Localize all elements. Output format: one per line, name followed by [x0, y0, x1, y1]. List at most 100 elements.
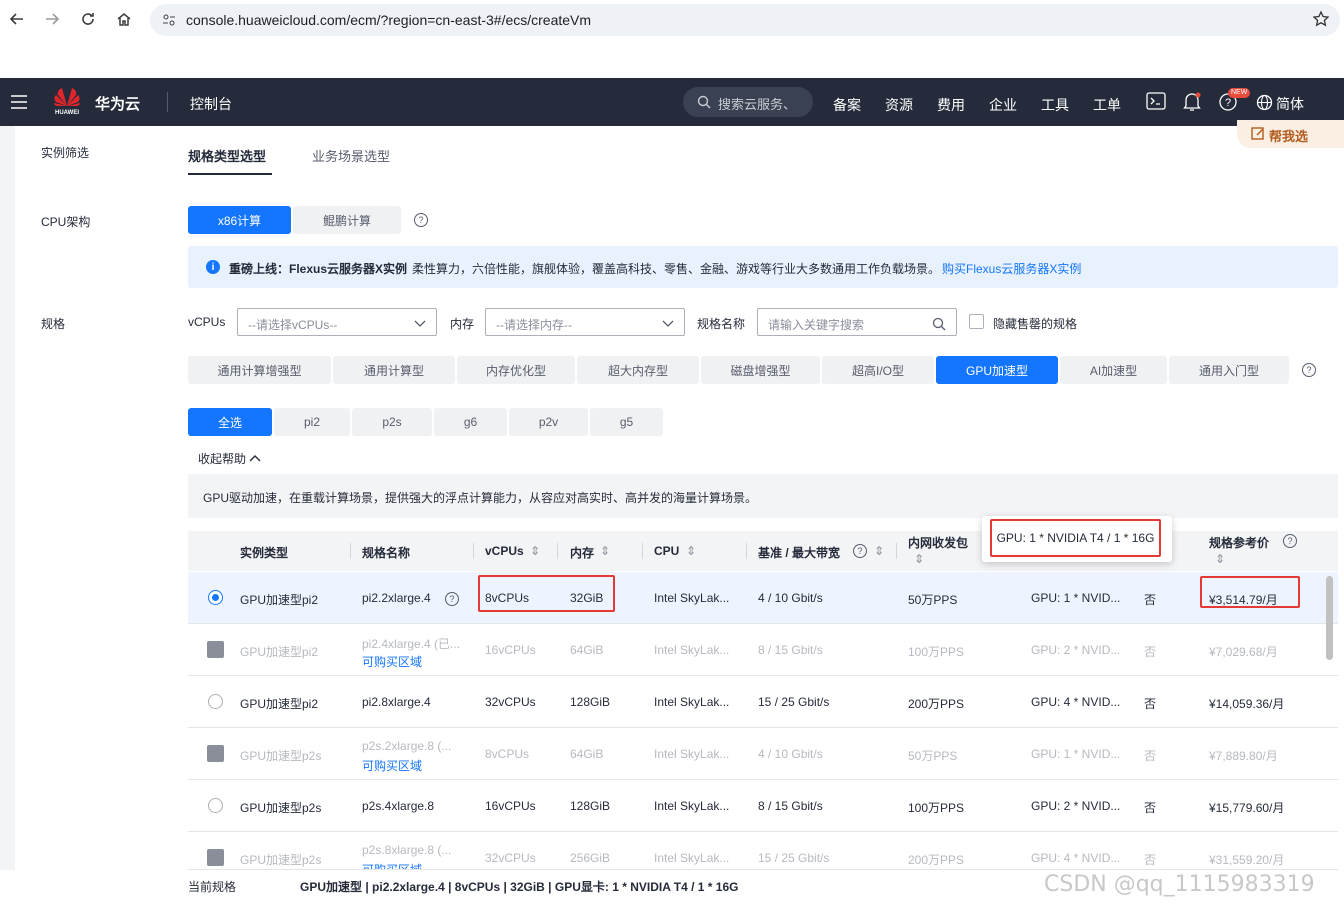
cell-cpu: Intel SkyLak...	[654, 851, 730, 865]
nav-billing[interactable]: 费用	[937, 95, 965, 115]
label-instance-filter: 实例筛选	[41, 146, 90, 160]
col-cpu[interactable]: CPU	[654, 544, 679, 558]
cell-vcpu: 16vCPUs	[485, 799, 536, 813]
purchasable-regions-link[interactable]: 可购买区域	[362, 757, 422, 774]
row-radio[interactable]	[208, 590, 223, 605]
cell-vcpu: 32vCPUs	[485, 851, 536, 865]
subtype-g6[interactable]: g6	[434, 408, 507, 436]
bookmark-star-icon[interactable]	[1312, 10, 1330, 28]
service-search[interactable]: 搜索云服务、	[683, 87, 813, 117]
vcpu-select[interactable]: --请选择vCPUs--	[237, 308, 437, 336]
huawei-logo[interactable]: HUAWEI	[53, 86, 81, 118]
sort-icon[interactable]: ⇕	[1215, 552, 1225, 566]
table-row[interactable]: GPU加速型pi2 pi2.8xlarge.4 32vCPUs 128GiB I…	[188, 676, 1338, 728]
cell-bandwidth: 15 / 25 Gbit/s	[758, 695, 830, 709]
table-row[interactable]: GPU加速型p2s p2s.4xlarge.8 16vCPUs 128GiB I…	[188, 780, 1338, 832]
site-settings-icon[interactable]	[162, 13, 176, 27]
type-general-enhanced[interactable]: 通用计算增强型	[188, 356, 331, 384]
hide-soldout-checkbox[interactable]	[969, 314, 984, 329]
cpu-help-icon[interactable]: ?	[414, 213, 428, 227]
col-divider	[473, 543, 474, 559]
cell-pps: 50万PPS	[908, 749, 958, 763]
notice-link[interactable]: 购买Flexus云服务器X实例	[942, 260, 1081, 277]
cell-cpu: Intel SkyLak...	[654, 643, 730, 657]
table-scrollbar[interactable]	[1326, 576, 1333, 660]
nav-enterprise[interactable]: 企业	[989, 95, 1017, 115]
sort-icon[interactable]: ⇕	[914, 552, 924, 566]
hide-soldout-label[interactable]: 隐藏售罄的规格	[993, 315, 1077, 332]
nav-resources[interactable]: 资源	[885, 95, 913, 115]
purchasable-regions-link[interactable]: 可购买区域	[362, 861, 422, 869]
nav-tickets[interactable]: 工单	[1093, 95, 1121, 115]
cell-gpu: GPU: 1 * NVID...	[1031, 747, 1121, 761]
nav-filing[interactable]: 备案	[833, 95, 861, 115]
type-entry[interactable]: 通用入门型	[1169, 356, 1289, 384]
bandwidth-help-icon[interactable]: ?	[853, 544, 867, 558]
sort-icon[interactable]: ⇕	[686, 544, 696, 558]
vcpu-select-value: --请选择vCPUs--	[248, 318, 338, 332]
sort-icon[interactable]: ⇕	[530, 544, 540, 558]
chevron-up-icon	[249, 455, 261, 462]
col-vcpus[interactable]: vCPUs	[485, 544, 524, 558]
type-disk-enhanced[interactable]: 磁盘增强型	[701, 356, 820, 384]
tab-spec-type[interactable]: 规格类型选型	[188, 146, 273, 175]
purchasable-regions-link[interactable]: 可购买区域	[362, 653, 422, 670]
col-divider	[896, 543, 897, 559]
subtype-p2s[interactable]: p2s	[352, 408, 432, 436]
cell-bandwidth: 4 / 10 Gbit/s	[758, 747, 823, 761]
console-link[interactable]: 控制台	[190, 94, 232, 114]
home-icon[interactable]	[113, 8, 135, 30]
collapse-help-toggle[interactable]: 收起帮助	[198, 450, 261, 467]
search-icon[interactable]	[932, 317, 946, 331]
col-memory[interactable]: 内存	[570, 544, 594, 561]
row-radio[interactable]	[208, 694, 223, 709]
type-general[interactable]: 通用计算型	[333, 356, 455, 384]
memory-label: 内存	[450, 317, 475, 331]
language-switch[interactable]: 简体	[1276, 94, 1304, 114]
cell-pps: 50万PPS	[908, 593, 958, 607]
type-ai-accelerated[interactable]: AI加速型	[1060, 356, 1167, 384]
row-radio[interactable]	[208, 798, 223, 813]
sort-icon[interactable]: ⇕	[874, 544, 884, 558]
cell-memory: 128GiB	[570, 695, 611, 709]
forward-icon[interactable]	[41, 8, 63, 30]
address-bar[interactable]: console.huaweicloud.com/ecm/?region=cn-e…	[150, 4, 1340, 36]
bell-icon[interactable]	[1183, 92, 1201, 112]
cell-memory: 256GiB	[570, 851, 611, 865]
cart-icon	[207, 641, 224, 658]
table-row[interactable]: GPU加速型pi2 pi2.2xlarge.4 ? 8vCPUs 32GiB I…	[188, 572, 1338, 624]
brand-name[interactable]: 华为云	[95, 93, 140, 114]
cell-type: GPU加速型pi2	[240, 697, 319, 711]
price-help-icon[interactable]: ?	[1283, 534, 1297, 548]
help-me-choose-button[interactable]: 帮我选	[1237, 120, 1344, 148]
subtype-pi2[interactable]: pi2	[274, 408, 350, 436]
label-cpu-arch: CPU架构	[41, 215, 91, 229]
type-help-icon[interactable]: ?	[1302, 363, 1316, 377]
tab-scenario[interactable]: 业务场景选型	[312, 146, 390, 165]
cell-pps: 200万PPS	[908, 853, 965, 867]
spec-name-search[interactable]: 请输入关键字搜索	[757, 308, 957, 336]
type-gpu-accelerated[interactable]: GPU加速型	[936, 356, 1058, 384]
spec-help-icon[interactable]: ?	[445, 592, 459, 606]
type-high-io[interactable]: 超高I/O型	[822, 356, 934, 384]
subtype-all[interactable]: 全选	[188, 408, 272, 436]
label-spec: 规格	[41, 317, 66, 331]
cpu-x86-button[interactable]: x86计算	[188, 206, 291, 234]
subtype-p2v[interactable]: p2v	[509, 408, 588, 436]
type-large-memory[interactable]: 超大内存型	[577, 356, 699, 384]
back-icon[interactable]	[6, 8, 28, 30]
terminal-icon[interactable]	[1146, 92, 1166, 110]
reload-icon[interactable]	[77, 8, 99, 30]
memory-select[interactable]: --请选择内存--	[485, 308, 685, 336]
chevron-down-icon	[414, 320, 426, 327]
nav-tools[interactable]: 工具	[1041, 95, 1069, 115]
subtype-g5[interactable]: g5	[590, 408, 663, 436]
sort-icon[interactable]: ⇕	[600, 544, 610, 558]
cpu-kunpeng-button[interactable]: 鲲鹏计算	[293, 206, 401, 234]
menu-icon[interactable]	[10, 94, 28, 110]
type-memory-optimized[interactable]: 内存优化型	[457, 356, 575, 384]
globe-icon[interactable]	[1256, 94, 1273, 111]
cell-pps: 100万PPS	[908, 645, 965, 659]
col-instance-type: 实例类型	[240, 546, 289, 560]
table-row: GPU加速型pi2 pi2.4xlarge.4 (已... 可购买区域 16vC…	[188, 624, 1338, 676]
